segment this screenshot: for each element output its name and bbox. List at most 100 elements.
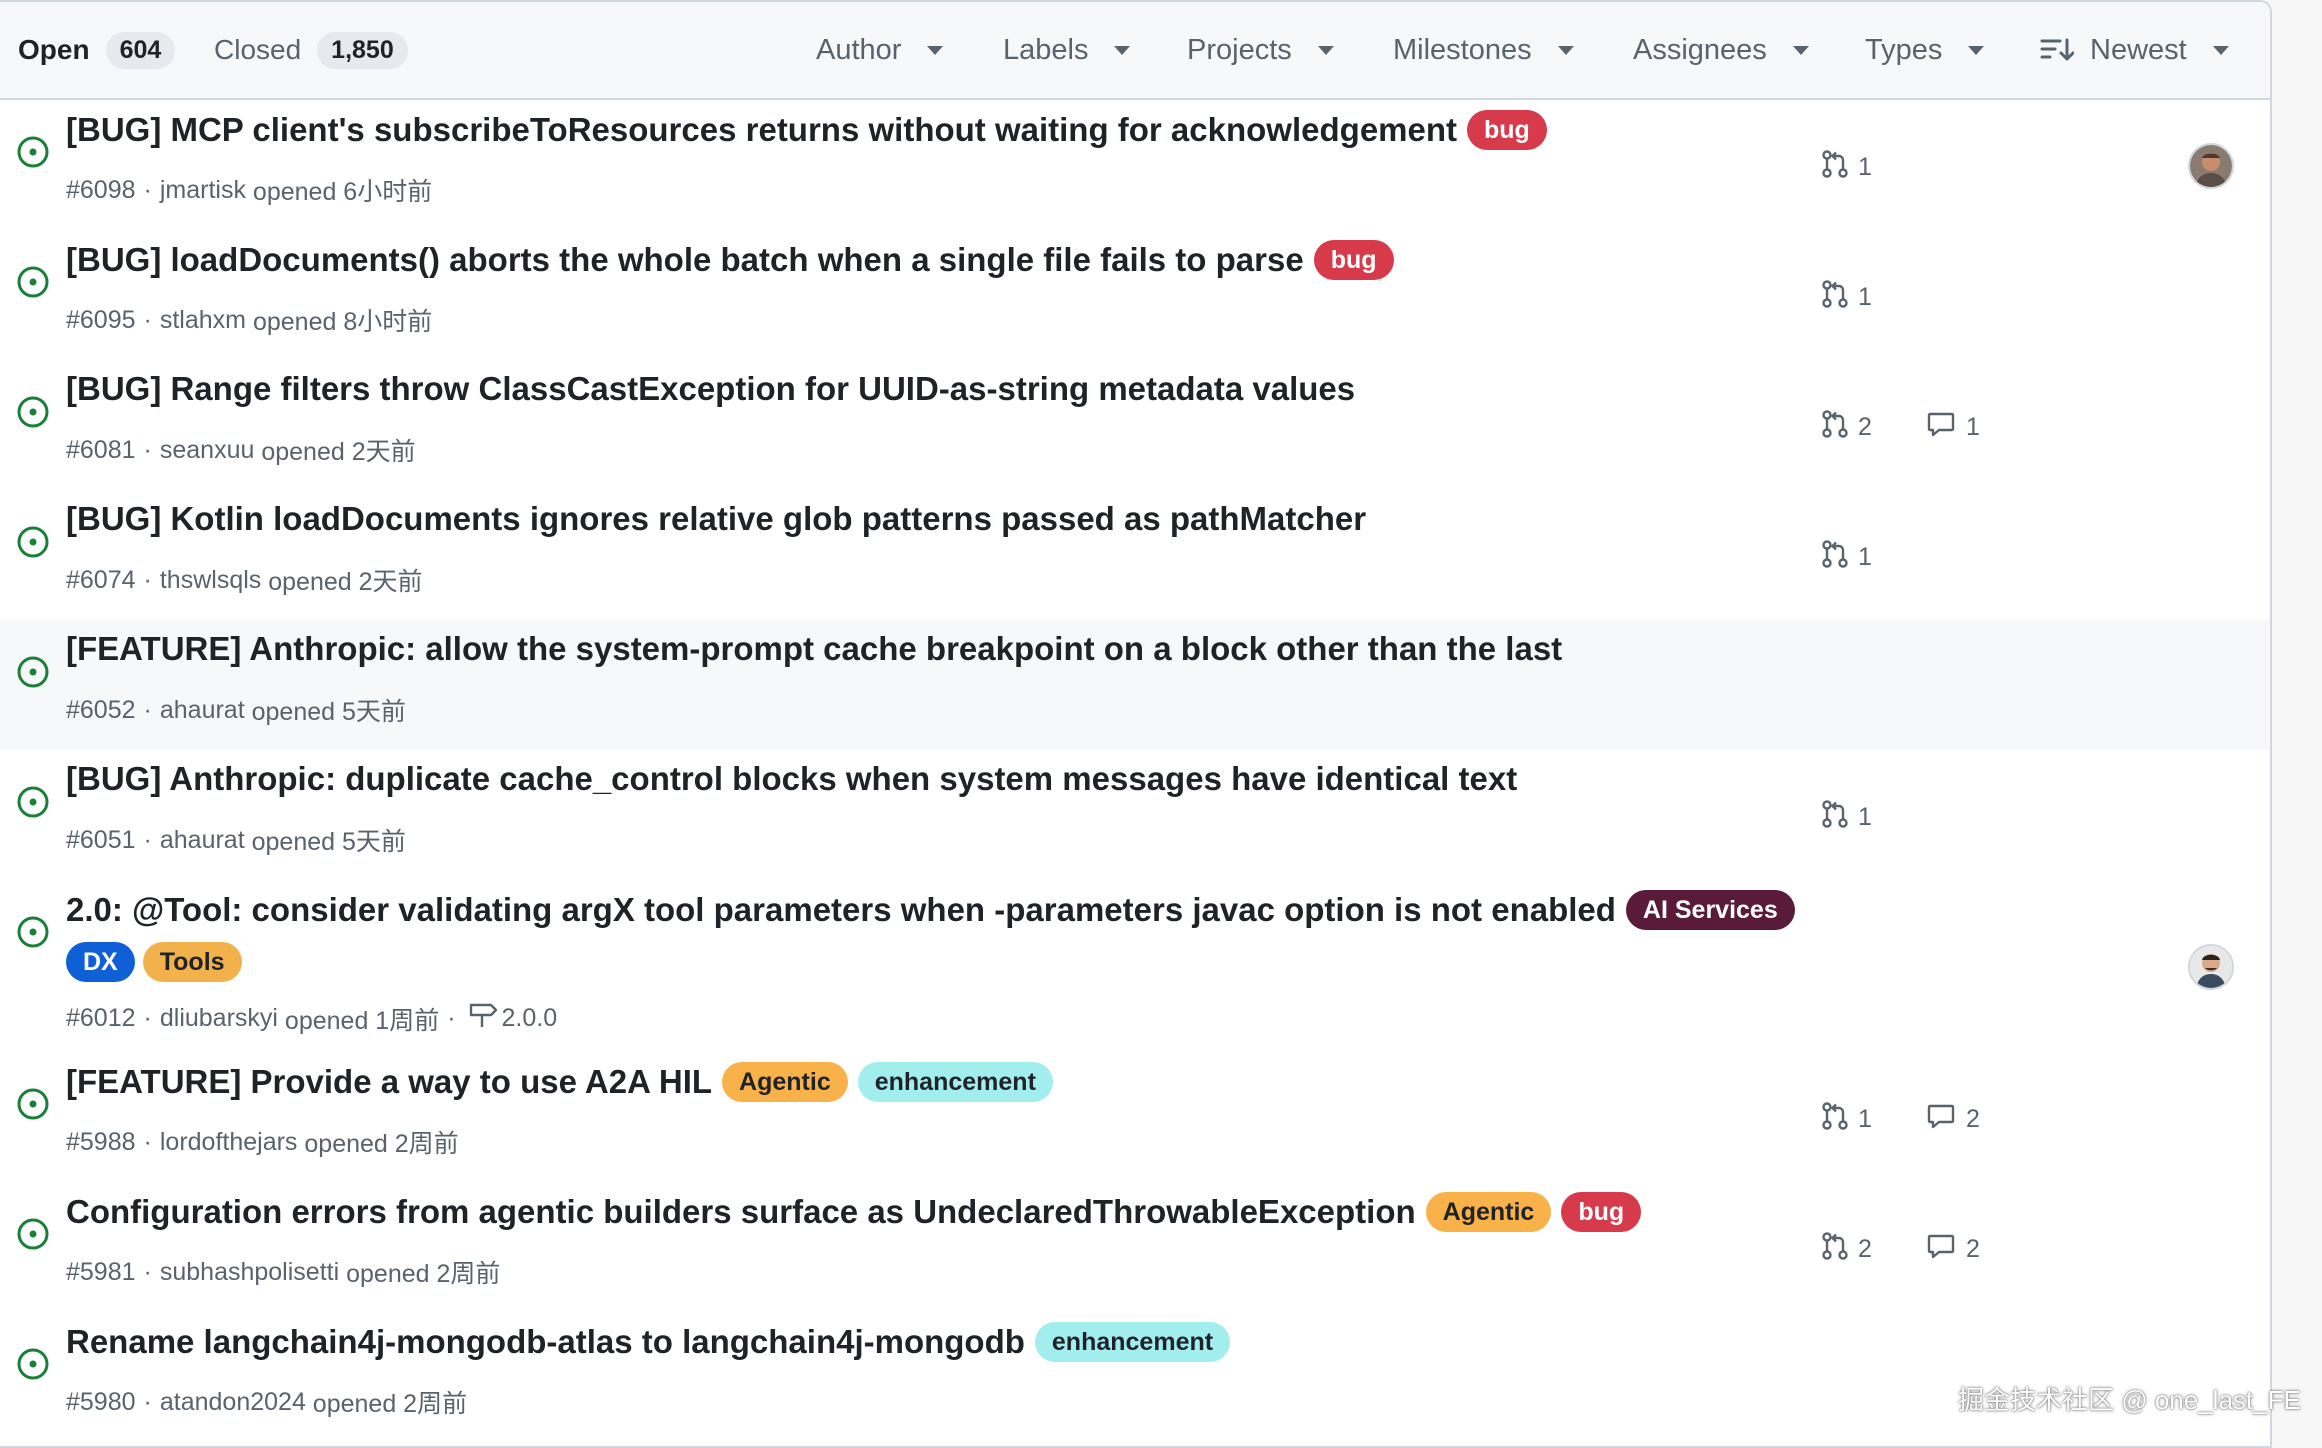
issue-meta: #6052 · ahaurat opened 5天前: [66, 692, 406, 728]
issue-title-link[interactable]: [BUG] loadDocuments() aborts the whole b…: [66, 241, 1304, 279]
issue-row[interactable]: [BUG] MCP client's subscribeToResources …: [0, 100, 2270, 232]
labels-filter-label: Labels: [1003, 33, 1089, 66]
milestones-filter[interactable]: Milestones: [1393, 28, 1574, 72]
projects-filter-label: Projects: [1187, 33, 1292, 66]
types-filter-label: Types: [1865, 33, 1943, 66]
meta-space: [278, 1004, 285, 1033]
issue-number: #6095: [66, 305, 136, 334]
issue-milestone-link[interactable]: 2.0.0: [502, 1004, 558, 1033]
issue-title-link[interactable]: 2.0: @Tool: consider validating argX too…: [66, 891, 1616, 929]
label-tools[interactable]: Tools: [142, 942, 242, 982]
issue-open-icon: [16, 1087, 50, 1121]
sort-dropdown[interactable]: Newest: [2040, 28, 2229, 72]
chevron-down-icon: [1792, 45, 1809, 55]
assignees-filter[interactable]: Assignees: [1633, 28, 1809, 72]
watermark: 掘金技术社区 @ one_last_FE: [1958, 1385, 2301, 1415]
issue-row[interactable]: Configuration errors from agentic builde…: [0, 1182, 2270, 1314]
issue-author-link[interactable]: lordofthejars: [160, 1128, 298, 1157]
issue-row[interactable]: [BUG] Kotlin loadDocuments ignores relat…: [0, 490, 2270, 622]
assignee-avatar[interactable]: [2188, 944, 2234, 990]
issue-meta: #6095 · stlahxm opened 8小时前: [66, 302, 432, 338]
issue-row[interactable]: [BUG] loadDocuments() aborts the whole b…: [0, 230, 2270, 362]
projects-filter[interactable]: Projects: [1187, 28, 1334, 72]
tab-closed[interactable]: Closed 1,850: [214, 28, 408, 72]
issue-number: #6074: [66, 565, 136, 594]
linked-pull-requests[interactable]: 2: [1820, 1231, 1872, 1268]
issue-title-link[interactable]: Rename langchain4j-mongodb-atlas to lang…: [66, 1323, 1025, 1361]
linked-pr-count: 1: [1858, 1105, 1872, 1133]
issue-author-link[interactable]: ahaurat: [160, 696, 245, 725]
label-enhancement[interactable]: enhancement: [1034, 1322, 1231, 1362]
linked-pull-requests[interactable]: 1: [1820, 799, 1872, 836]
label-bug[interactable]: bug: [1561, 1192, 1642, 1232]
open-count-badge: 604: [105, 31, 176, 69]
linked-pull-requests[interactable]: 2: [1820, 409, 1872, 446]
issue-title-link[interactable]: [BUG] Kotlin loadDocuments ignores relat…: [66, 500, 1366, 538]
label-agentic[interactable]: Agentic: [722, 1062, 848, 1102]
assignee-avatar[interactable]: [2188, 143, 2234, 189]
issue-row[interactable]: [BUG] Range filters throw ClassCastExcep…: [0, 360, 2270, 492]
issue-open-icon: [16, 135, 50, 169]
issue-opened-time: opened 2天前: [261, 438, 416, 466]
label-bug[interactable]: bug: [1467, 110, 1547, 150]
issue-author-link[interactable]: subhashpolisetti: [160, 1258, 339, 1287]
chevron-down-icon: [927, 45, 944, 55]
issue-title-link[interactable]: [FEATURE] Provide a way to use A2A HIL: [66, 1063, 712, 1101]
issue-title-link[interactable]: [BUG] Range filters throw ClassCastExcep…: [66, 370, 1355, 408]
label-bug[interactable]: bug: [1313, 240, 1394, 280]
issue-open-icon: [16, 395, 50, 429]
label-enhancement[interactable]: enhancement: [857, 1062, 1053, 1102]
comments-link[interactable]: 2: [1926, 1101, 1980, 1138]
issue-row[interactable]: 2.0: @Tool: consider validating argX too…: [0, 880, 2270, 1054]
issue-title-link[interactable]: [BUG] Anthropic: duplicate cache_control…: [66, 760, 1517, 798]
tab-open[interactable]: Open 604: [18, 28, 176, 72]
comments-link[interactable]: 1: [1926, 409, 1980, 446]
linked-pull-requests[interactable]: 1: [1820, 1101, 1872, 1138]
labels-filter[interactable]: Labels: [1003, 28, 1131, 72]
pull-request-icon: [1820, 149, 1858, 186]
chevron-down-icon: [1557, 45, 1574, 55]
issue-open-icon: [16, 1217, 50, 1251]
meta-space: [261, 566, 268, 595]
closed-count-badge: 1,850: [317, 31, 408, 69]
chevron-down-icon: [1317, 45, 1334, 55]
issue-title-link[interactable]: Configuration errors from agentic builde…: [66, 1193, 1416, 1231]
issue-author-link[interactable]: seanxuu: [160, 436, 255, 465]
issue-author-link[interactable]: dliubarskyi: [160, 1004, 278, 1033]
issue-number: #6098: [66, 175, 136, 204]
issue-row[interactable]: [FEATURE] Provide a way to use A2A HIL Ag…: [0, 1052, 2270, 1184]
issue-author-link[interactable]: thswlsqls: [160, 566, 261, 595]
linked-pull-requests[interactable]: 1: [1820, 149, 1872, 186]
linked-pr-count: 1: [1858, 153, 1872, 181]
label-agentic[interactable]: Agentic: [1425, 1192, 1552, 1232]
issue-title-link[interactable]: [BUG] MCP client's subscribeToResources …: [66, 111, 1457, 149]
issue-number: #5981: [66, 1257, 136, 1286]
issue-author-link[interactable]: atandon2024: [160, 1388, 306, 1417]
comments-link[interactable]: 2: [1926, 1231, 1980, 1268]
issue-open-icon: [16, 525, 50, 559]
issue-author-link[interactable]: stlahxm: [160, 306, 246, 335]
pull-request-icon: [1820, 1101, 1858, 1138]
linked-pull-requests[interactable]: 1: [1820, 279, 1872, 316]
comment-icon: [1926, 1231, 1966, 1268]
issue-row[interactable]: [BUG] Anthropic: duplicate cache_control…: [0, 750, 2270, 882]
issue-open-icon: [16, 655, 50, 689]
issue-author-link[interactable]: jmartisk: [160, 176, 246, 205]
linked-pr-count: 1: [1858, 803, 1872, 831]
issue-title-link[interactable]: [FEATURE] Anthropic: allow the system-pr…: [66, 630, 1562, 668]
label-ai-services[interactable]: AI Services: [1625, 890, 1795, 930]
issue-meta: #6051 · ahaurat opened 5天前: [66, 822, 406, 858]
issue-row[interactable]: Rename langchain4j-mongodb-atlas to lang…: [0, 1312, 2270, 1448]
issue-row[interactable]: [FEATURE] Anthropic: allow the system-pr…: [0, 620, 2270, 752]
label-dx[interactable]: DX: [66, 942, 135, 982]
issue-author-link[interactable]: ahaurat: [160, 826, 245, 855]
issue-title-line: Configuration errors from agentic builde…: [66, 1192, 1642, 1232]
meta-separator: ·: [143, 1004, 152, 1032]
issue-number: #5988: [66, 1127, 136, 1156]
issue-open-icon: [16, 1347, 50, 1381]
linked-pull-requests[interactable]: 1: [1820, 539, 1872, 576]
types-filter[interactable]: Types: [1865, 28, 1985, 72]
chevron-down-icon: [1968, 45, 1985, 55]
issue-title-line: Rename langchain4j-mongodb-atlas to lang…: [66, 1322, 1231, 1362]
author-filter[interactable]: Author: [816, 28, 944, 72]
